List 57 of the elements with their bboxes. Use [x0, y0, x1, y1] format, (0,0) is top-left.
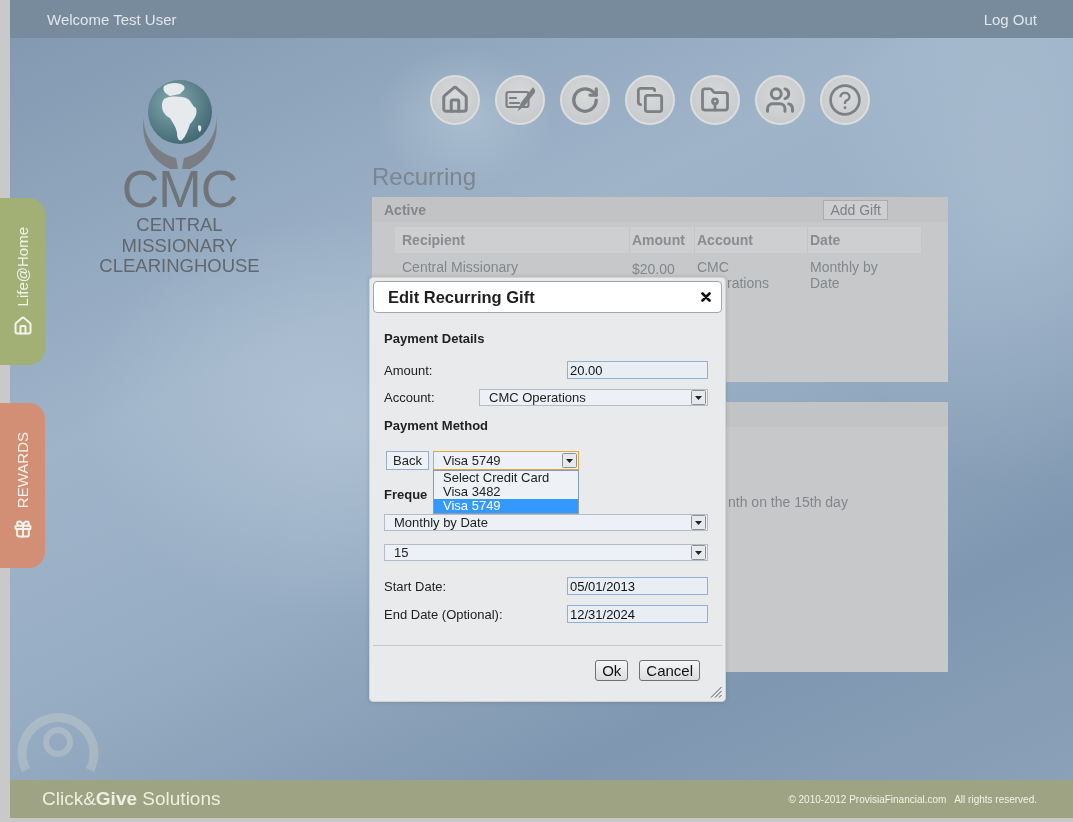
logo-text: MISSIONARY	[121, 235, 238, 256]
day-select[interactable]: 15	[384, 544, 708, 561]
table-cell: Central Missionary	[402, 259, 518, 275]
nav-button[interactable]	[430, 75, 480, 125]
logo-text: CLEARINGHOUSE	[99, 256, 260, 277]
nav-button[interactable]	[560, 75, 610, 125]
house-icon	[12, 316, 33, 337]
section-heading: Payment Details	[384, 331, 485, 347]
section-heading: Freque	[384, 487, 428, 503]
nav-button[interactable]	[755, 75, 805, 125]
table-cell: CMC	[697, 259, 729, 275]
column-header: Amount	[630, 227, 695, 253]
page-title: Recurring	[372, 163, 477, 191]
resize-grip-icon[interactable]	[710, 687, 722, 698]
gift-icon	[12, 518, 33, 539]
back-button[interactable]: Back	[386, 451, 429, 470]
close-icon	[701, 292, 711, 302]
brand-text: Click&Give Solutions	[42, 788, 221, 810]
cheque-pen-icon	[505, 87, 535, 113]
field-label: End Date (Optional):	[384, 606, 503, 622]
copy-icon	[636, 86, 664, 114]
rotate-arrow-icon	[570, 85, 600, 115]
card-select[interactable]: Visa 5749	[433, 451, 579, 470]
house-icon	[440, 85, 470, 115]
field-label: Account:	[384, 389, 435, 405]
copyright-text: © 2010-2012 ProvisiaFinancial.com All rights reserved.	[788, 793, 1037, 805]
table-cell: $20.00	[632, 262, 675, 276]
logo-text: CENTRAL	[136, 215, 223, 236]
detail-text: nth on the 15th day	[728, 494, 848, 510]
account-select[interactable]: CMC Operations	[479, 388, 708, 406]
field-label: Start Date:	[384, 578, 447, 594]
dropdown-option[interactable]: Select Credit Card	[434, 471, 578, 485]
schedule-select[interactable]: Monthly by Date	[384, 514, 708, 531]
nav-button[interactable]	[625, 75, 675, 125]
users-icon	[765, 85, 795, 115]
end-date-input[interactable]: 12/31/2024	[567, 605, 708, 623]
column-header: Recipient	[395, 227, 630, 253]
dialog-title: Edit Recurring Gift	[388, 287, 535, 307]
column-header: Account	[695, 227, 808, 253]
help-icon	[827, 82, 863, 118]
table-cell: rations	[727, 275, 770, 291]
cancel-button[interactable]: Cancel	[639, 660, 700, 681]
panel-title: Active	[384, 201, 427, 218]
welcome-text: Welcome Test User	[47, 10, 177, 28]
amount-input[interactable]: 20.00	[567, 361, 708, 379]
close-button[interactable]	[701, 292, 711, 302]
section-heading: Payment Method	[384, 418, 488, 434]
column-header: Date	[808, 227, 922, 253]
ok-button[interactable]: Ok	[595, 660, 629, 681]
nav-button[interactable]	[690, 75, 740, 125]
field-label: Amount:	[384, 362, 433, 378]
dropdown-option[interactable]: Visa 3482	[434, 485, 578, 499]
table-cell-text: Monthly by Date	[810, 259, 879, 291]
nav-button[interactable]	[495, 75, 545, 125]
logo-abbreviation: CMC	[121, 167, 238, 211]
nav-button[interactable]	[820, 75, 870, 125]
start-date-input[interactable]: 05/01/2013	[567, 577, 708, 595]
